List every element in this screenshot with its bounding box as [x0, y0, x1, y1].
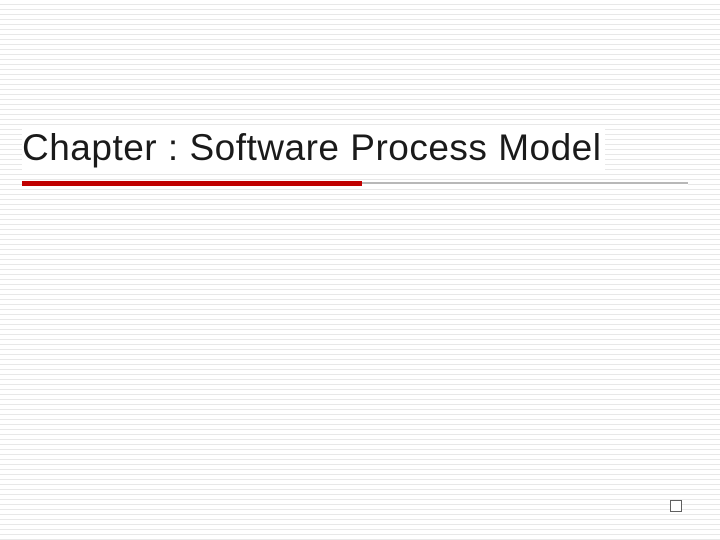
underline-secondary: [362, 182, 688, 184]
corner-marker-icon: [670, 500, 682, 512]
underline-accent: [22, 181, 362, 186]
slide-background: [0, 0, 720, 540]
title-underline: [22, 181, 688, 187]
slide-title: Chapter : Software Process Model: [22, 125, 605, 171]
